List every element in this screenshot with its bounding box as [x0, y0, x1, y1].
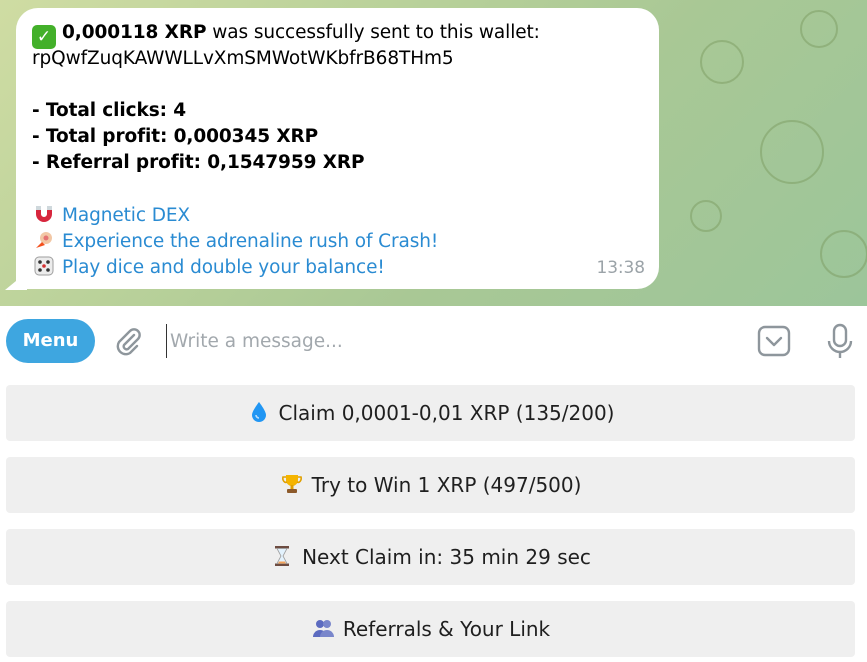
- dice-link[interactable]: Play dice and double your balance!: [62, 257, 385, 278]
- droplet-icon: [251, 402, 266, 422]
- message-time: 13:38: [596, 258, 646, 278]
- message-bubble[interactable]: ✓ 0,000118 XRP was successfully sent to t…: [16, 8, 659, 289]
- claim-button[interactable]: Claim 0,0001-0,01 XRP (135/200): [6, 385, 855, 441]
- background-doodle: [820, 230, 867, 278]
- people-icon: [312, 620, 334, 637]
- hourglass-icon: [275, 546, 290, 566]
- menu-button[interactable]: Menu: [6, 319, 95, 363]
- background-doodle: [690, 200, 722, 232]
- rocket-icon: [36, 232, 52, 248]
- crash-link[interactable]: Experience the adrenaline rush of Crash!: [62, 231, 438, 252]
- next-claim-button[interactable]: Next Claim in: 35 min 29 sec: [6, 529, 855, 585]
- background-doodle: [760, 120, 824, 184]
- dice-icon: [34, 256, 54, 276]
- paperclip-icon[interactable]: [112, 326, 144, 358]
- message-composer: Menu: [0, 306, 867, 376]
- message-line-sent: ✓ 0,000118 XRP was successfully sent to t…: [32, 20, 643, 49]
- background-doodle: [700, 40, 744, 84]
- trophy-icon: [281, 475, 302, 493]
- wallet-address: rpQwfZuqKAWWLLvXmSMWotWKbfrB68THm5: [32, 48, 454, 69]
- total-clicks: - Total clicks: 4: [32, 100, 187, 121]
- microphone-icon[interactable]: [824, 322, 856, 360]
- try-to-win-button[interactable]: Try to Win 1 XRP (497/500): [6, 457, 855, 513]
- magnet-icon: [36, 206, 52, 222]
- claim-button-label: Claim 0,0001-0,01 XRP (135/200): [278, 401, 615, 425]
- keyboard-icon[interactable]: [756, 323, 792, 359]
- total-profit: - Total profit: 0,000345 XRP: [32, 126, 319, 147]
- referrals-button[interactable]: Referrals & Your Link: [6, 601, 855, 657]
- sent-amount: 0,000118 XRP: [62, 22, 207, 43]
- link-row-crash: Experience the adrenaline rush of Crash!: [32, 228, 643, 254]
- chat-area: ✓ 0,000118 XRP was successfully sent to t…: [0, 0, 867, 306]
- magnetic-dex-link[interactable]: Magnetic DEX: [62, 205, 190, 226]
- next-claim-label: Next Claim in: 35 min 29 sec: [302, 545, 591, 569]
- referral-profit: - Referral profit: 0,1547959 XRP: [32, 152, 365, 173]
- referrals-label: Referrals & Your Link: [342, 617, 551, 641]
- message-input[interactable]: [166, 324, 732, 358]
- link-row-dice: Play dice and double your balance!: [32, 254, 643, 280]
- sent-text: was successfully sent to this wallet:: [206, 22, 540, 43]
- try-to-win-label: Try to Win 1 XRP (497/500): [311, 473, 582, 497]
- link-row-magnetic: Magnetic DEX: [32, 202, 643, 228]
- background-doodle: [800, 10, 838, 48]
